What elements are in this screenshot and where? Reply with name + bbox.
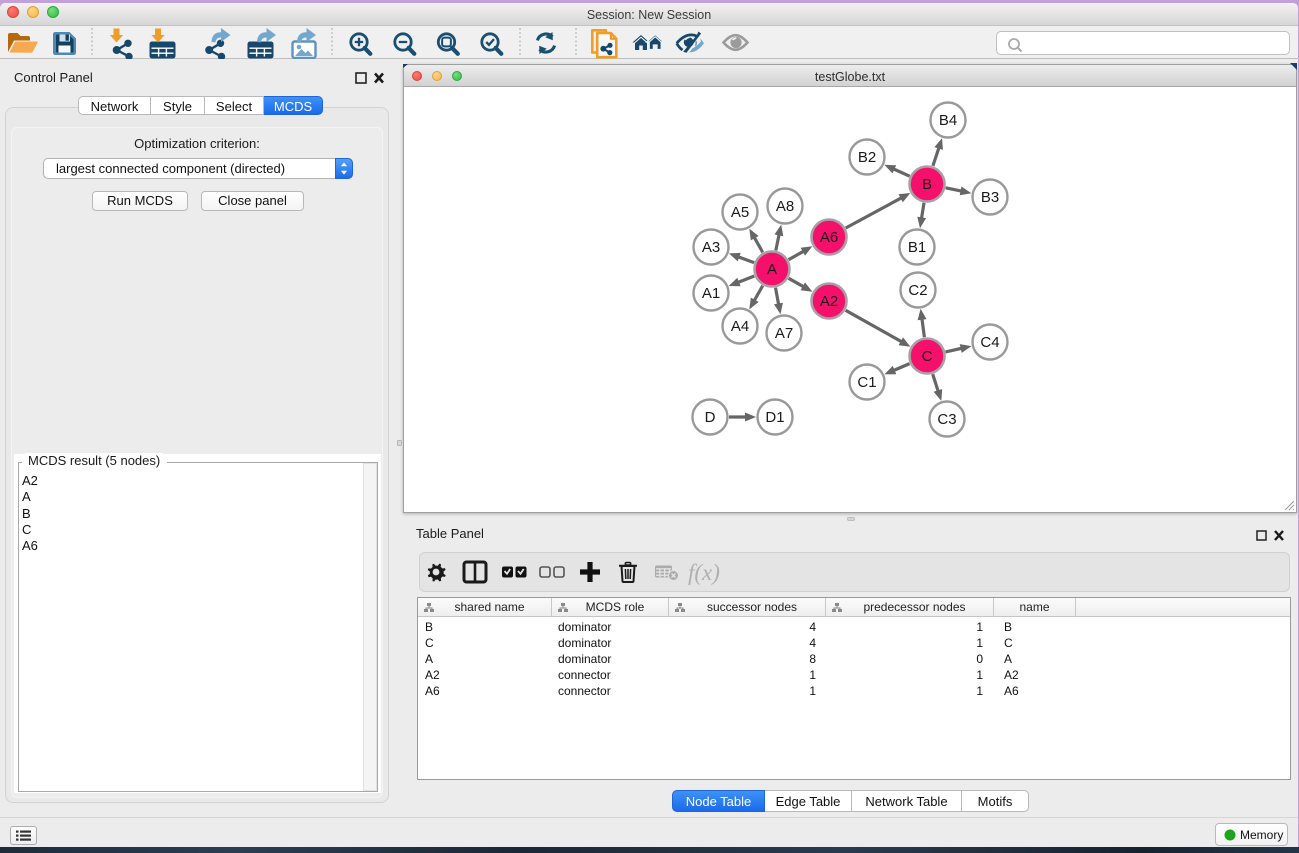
svg-text:A8: A8 [776,198,794,215]
svg-text:f(x): f(x) [688,560,720,585]
svg-text:A5: A5 [731,204,749,221]
svg-text:C1: C1 [857,374,876,391]
svg-text:A4: A4 [731,318,749,335]
svg-text:A2: A2 [820,293,838,310]
svg-text:D: D [705,409,716,426]
svg-text:A: A [767,261,777,278]
svg-text:B: B [922,176,932,193]
svg-text:A7: A7 [775,325,793,342]
svg-text:B1: B1 [908,239,926,256]
svg-text:C2: C2 [908,282,927,299]
svg-text:D1: D1 [765,409,784,426]
svg-text:C3: C3 [937,411,956,428]
svg-text:C4: C4 [980,334,999,351]
svg-text:A6: A6 [820,229,838,246]
svg-text:C: C [922,348,933,365]
svg-text:A3: A3 [702,239,720,256]
svg-text:B2: B2 [858,149,876,166]
svg-text:A1: A1 [702,285,720,302]
svg-text:B3: B3 [981,189,999,206]
svg-text:B4: B4 [939,112,957,129]
